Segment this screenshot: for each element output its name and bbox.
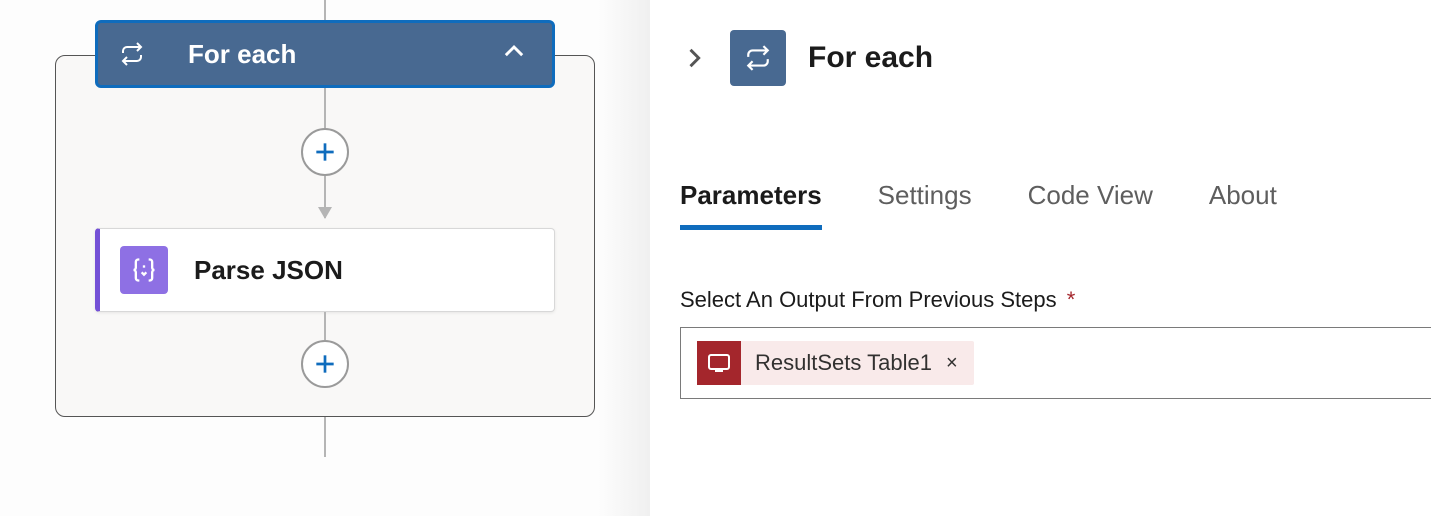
add-step-button-top[interactable] (301, 128, 349, 176)
add-step-button-bottom[interactable] (301, 340, 349, 388)
details-title: For each (808, 41, 933, 75)
foreach-header[interactable]: For each (95, 20, 555, 88)
connector-line-bottom (324, 417, 326, 457)
loop-icon (120, 42, 144, 66)
connector-line-inner-1b (324, 176, 326, 218)
tab-about[interactable]: About (1209, 180, 1277, 230)
foreach-container: For each Parse (55, 55, 595, 417)
tab-settings[interactable]: Settings (878, 180, 972, 230)
token-pill: ResultSets Table1 × (697, 341, 974, 385)
required-mark: * (1067, 287, 1076, 312)
output-select-input[interactable]: ResultSets Table1 × (680, 327, 1431, 399)
parse-json-title: Parse JSON (194, 255, 343, 286)
sql-icon (697, 341, 741, 385)
tab-code-view[interactable]: Code View (1028, 180, 1153, 230)
details-header: For each (680, 30, 1431, 86)
connector-line-inner-1a (324, 88, 326, 128)
foreach-title: For each (188, 39, 296, 70)
chevron-right-icon[interactable] (680, 44, 708, 72)
field-label: Select An Output From Previous Steps * (680, 287, 1431, 313)
token-remove-button[interactable]: × (942, 352, 962, 375)
chevron-up-icon[interactable] (500, 37, 528, 72)
tabs: Parameters Settings Code View About (680, 180, 1431, 231)
parse-json-card[interactable]: Parse JSON (95, 228, 555, 312)
details-panel: For each Parameters Settings Code View A… (650, 0, 1431, 516)
workflow-canvas: For each Parse (0, 0, 650, 516)
field-label-text: Select An Output From Previous Steps (680, 287, 1057, 312)
loop-icon (730, 30, 786, 86)
tab-parameters[interactable]: Parameters (680, 180, 822, 230)
braces-icon (120, 246, 168, 294)
token-text: ResultSets Table1 (755, 350, 932, 376)
connector-line-inner-2 (324, 312, 326, 340)
